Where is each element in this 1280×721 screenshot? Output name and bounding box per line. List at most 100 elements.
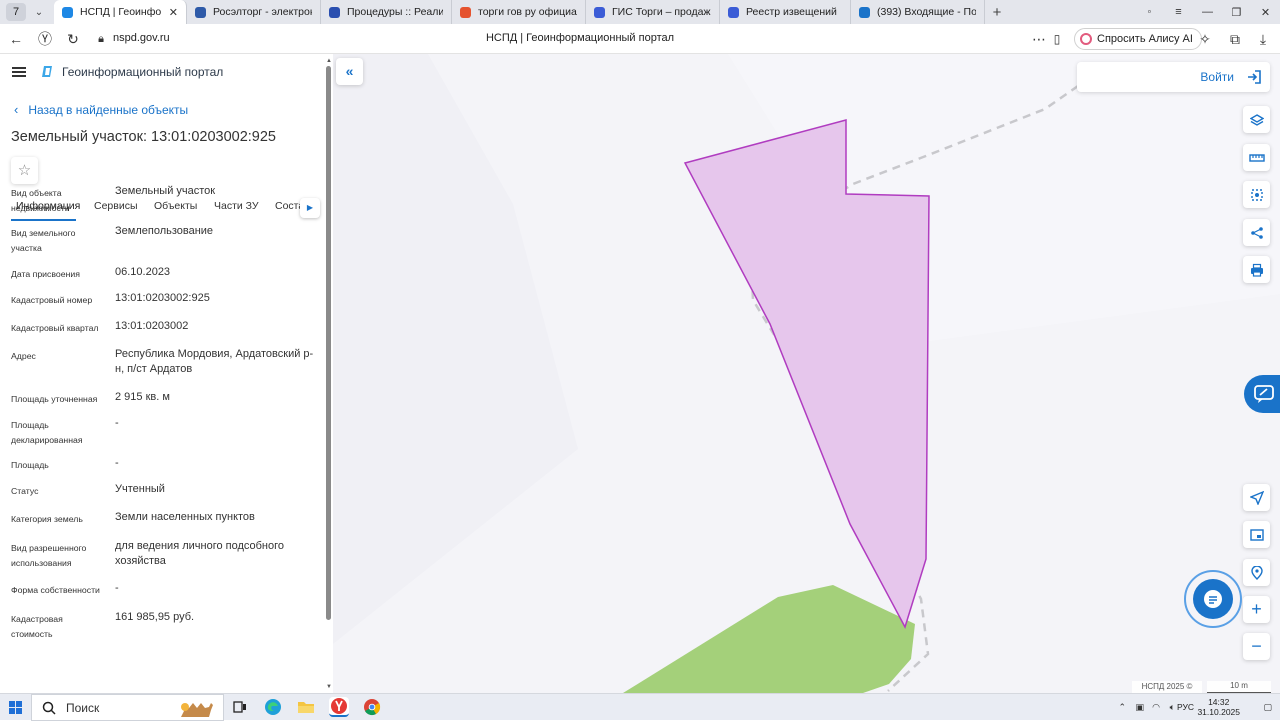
collections-icon[interactable]: ⧉ [1226, 30, 1244, 48]
property-value: 13:01:0203002 [115, 320, 189, 332]
back-link-label: Назад в найденные объекты [28, 103, 189, 117]
chat-assistant-button[interactable] [1184, 570, 1242, 628]
minimap-icon[interactable] [1243, 521, 1270, 548]
active-tab-underline [11, 219, 76, 221]
property-value: Республика Мордовия, Ардатовский р-н, п/… [115, 348, 314, 375]
map-terrain-area [333, 54, 578, 644]
scroll-down-arrow-icon[interactable]: ▼ [326, 684, 332, 690]
tab-land-parts[interactable]: Части ЗУ [214, 200, 259, 212]
property-label: Площадь [11, 460, 49, 470]
feedback-icon[interactable] [1244, 375, 1280, 413]
tab-favicon-icon [728, 6, 739, 18]
share-icon[interactable] [1243, 219, 1270, 246]
browser-tab-label: (393) Входящие - Почта M [877, 6, 976, 18]
property-label: Вид земельного участка [11, 228, 76, 253]
scroll-up-arrow-icon[interactable]: ▲ [326, 58, 332, 64]
favorite-star-icon[interactable]: ☆ [11, 157, 38, 184]
more-dots-icon[interactable]: ⋯ [1030, 30, 1048, 48]
zoom-out-icon[interactable]: − [1243, 633, 1270, 660]
browser-menu-icon[interactable]: ≡ [1164, 6, 1193, 18]
property-value: - [115, 582, 119, 594]
notifications-icon[interactable]: ▢ [1263, 702, 1272, 713]
language-indicator[interactable]: РУС [1177, 702, 1194, 712]
tab-favicon-icon [859, 6, 870, 18]
search-icon [42, 701, 56, 715]
clock-date: 31.10.2025 [1197, 707, 1240, 717]
browser-tab[interactable]: Процедуры :: Реализаци [321, 0, 452, 24]
extensions-icon[interactable]: ✧ [1196, 30, 1214, 48]
close-window-button[interactable]: ✕ [1251, 6, 1280, 19]
task-view-icon[interactable] [230, 697, 250, 717]
object-title: Земельный участок: 13:01:0203002:925 [11, 129, 276, 145]
volume-icon[interactable]: 🔈︎ [1170, 702, 1175, 713]
tabs-scroll-right-icon[interactable]: ▶ [300, 198, 320, 218]
tray-overflow-chevron-icon[interactable]: ⌃ [1118, 702, 1126, 713]
page-title-label: НСПД | Геоинформационный портал [485, 32, 675, 44]
green-area [623, 585, 915, 693]
chevron-left-icon: ‹ [14, 102, 19, 117]
close-tab-icon[interactable]: ✕ [169, 6, 178, 19]
edge-icon[interactable] [263, 697, 283, 717]
tab-count-badge[interactable]: 7 [6, 3, 26, 21]
browser-tab[interactable]: (393) Входящие - Почта M [851, 0, 985, 24]
login-icon [1248, 70, 1261, 84]
browser-tab[interactable]: НСПД | Геоинформац ✕ [54, 0, 187, 24]
zoom-in-icon[interactable]: + [1243, 596, 1270, 623]
browser-tab-label: Процедуры :: Реализаци [347, 6, 443, 18]
file-explorer-icon[interactable] [296, 697, 316, 717]
browser-tab[interactable]: Росэлторг - электронная [187, 0, 321, 24]
property-label: Форма собственности [11, 585, 100, 595]
camel-illustration-icon [181, 702, 213, 717]
property-label: Категория земель [11, 514, 83, 524]
tab-favicon-icon [460, 6, 471, 18]
tabs-list: НСПД | Геоинформац ✕ Росэлторг - электронн… [54, 0, 985, 24]
yandex-browser-icon[interactable] [329, 697, 349, 717]
hamburger-menu-icon[interactable] [12, 67, 26, 77]
geolocation-icon[interactable] [1243, 484, 1270, 511]
windows-start-icon[interactable] [9, 701, 22, 714]
browser-tab-label: торги гов ру официальнь [478, 6, 577, 18]
minimize-button[interactable]: — [1193, 6, 1222, 18]
property-label: Вид объекта недвижимости [11, 188, 70, 213]
map-canvas[interactable] [333, 54, 1280, 693]
property-label: Дата присвоения [11, 269, 80, 279]
tray-app-icon[interactable]: ▣ [1135, 702, 1144, 713]
search-place-icon[interactable] [1243, 559, 1270, 586]
property-label: Площадь уточненная [11, 394, 98, 404]
layers-icon[interactable] [1243, 106, 1270, 133]
land-parcel-polygon[interactable] [683, 119, 930, 629]
portal-logo-icon [42, 66, 52, 77]
alice-button[interactable]: Спросить Алису AI [1074, 28, 1202, 50]
browser-tab[interactable]: торги гов ру официальнь [452, 0, 586, 24]
browser-tab[interactable]: Реестр извещений [720, 0, 851, 24]
search-label: Поиск [66, 700, 100, 715]
back-to-results-link[interactable]: ‹ Назад в найденные объекты [14, 102, 188, 117]
taskbar: Поиск ⌃ ▣ ◠ 🔈︎ РУС 14:32 31.10.2025 ▢ [0, 693, 1280, 721]
map-view[interactable] [333, 54, 1280, 693]
chrome-icon[interactable] [362, 697, 382, 717]
network-icon[interactable]: ◠ [1152, 702, 1160, 713]
tab-list-chevron-icon[interactable]: ⌄ [30, 7, 48, 18]
property-value: Учтенный [115, 483, 165, 495]
print-icon[interactable] [1243, 256, 1270, 283]
panel-scrollbar-thumb[interactable] [326, 66, 331, 620]
download-icon[interactable]: ⤓ [1254, 30, 1272, 48]
new-tab-button[interactable]: + [985, 4, 1009, 21]
login-button[interactable]: Войти [1077, 62, 1270, 92]
taskbar-search-box[interactable]: Поиск [31, 694, 224, 721]
alice-icon [1080, 33, 1092, 45]
property-value: - [115, 457, 119, 469]
select-area-icon[interactable] [1243, 181, 1270, 208]
clock[interactable]: 14:32 31.10.2025 [1197, 697, 1240, 717]
tab-favicon-icon [594, 6, 605, 18]
restore-button[interactable]: ❐ [1222, 6, 1251, 19]
tab-objects[interactable]: Объекты [154, 200, 197, 212]
bookmark-icon[interactable]: ▯ [1048, 30, 1066, 48]
browser-tab[interactable]: ГИС Торги – продажи гос [586, 0, 720, 24]
login-label: Войти [1200, 70, 1234, 84]
ruler-icon[interactable] [1243, 144, 1270, 171]
browser-tab-strip: 7 ⌄ НСПД | Геоинформац ✕ Росэлторг - элект… [0, 0, 1280, 24]
collapse-panel-icon[interactable]: « [336, 58, 363, 85]
profile-icon[interactable]: ◦ [1135, 6, 1164, 18]
property-label: Кадастровая стоимость [11, 614, 63, 639]
